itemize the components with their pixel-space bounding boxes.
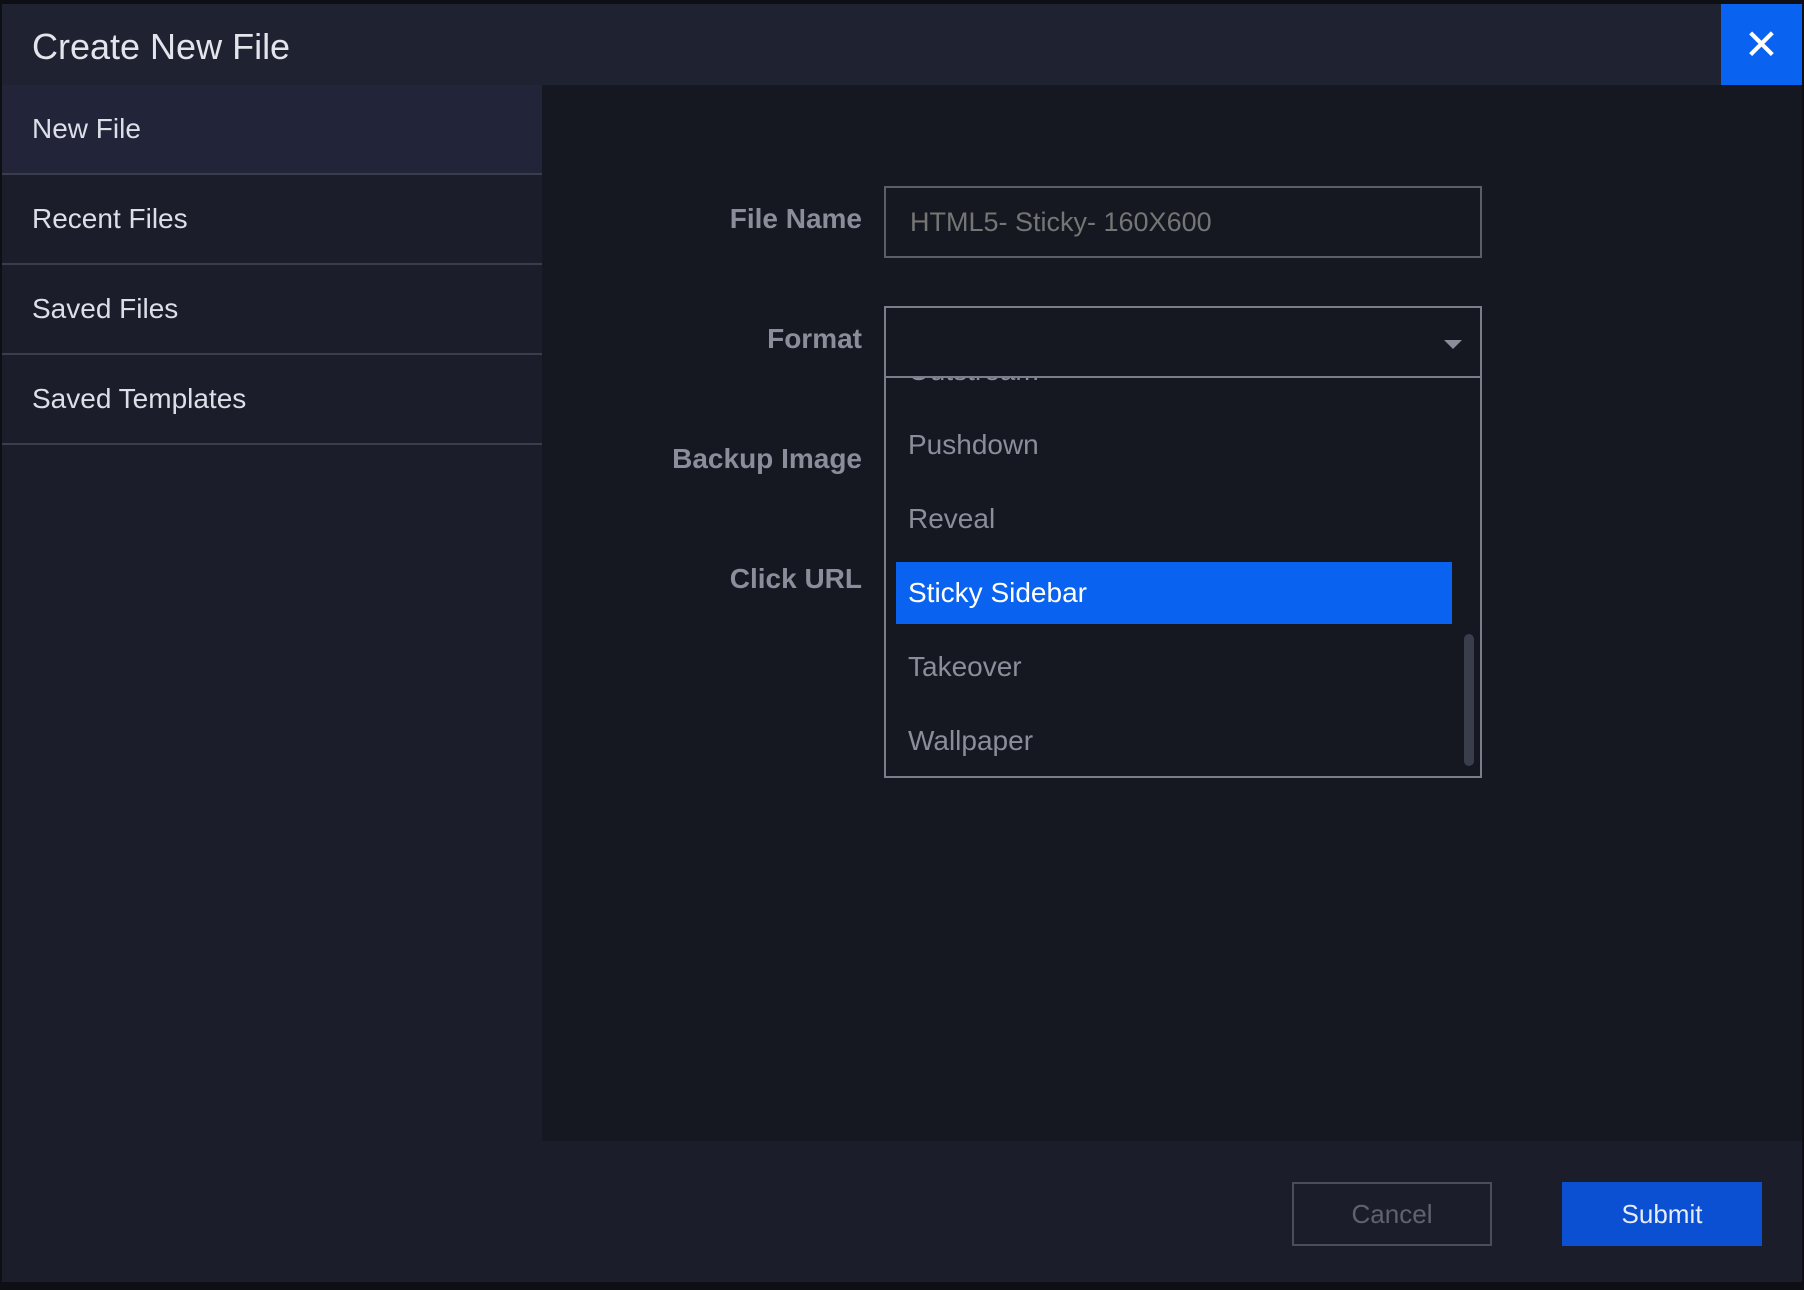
dropdown-option-reveal[interactable]: Reveal (896, 488, 1452, 550)
chevron-down-icon (1444, 340, 1462, 349)
sidebar-item-label: New File (32, 113, 141, 144)
click-url-label: Click URL (729, 563, 862, 594)
close-button[interactable]: ✕ (1721, 4, 1802, 85)
backup-image-label: Backup Image (672, 443, 862, 474)
sidebar-item-label: Saved Files (32, 293, 179, 324)
dialog-title: Create New File (32, 26, 291, 67)
sidebar-item-saved-files[interactable]: Saved Files (2, 265, 542, 355)
dropdown-option-pushdown[interactable]: Pushdown (896, 414, 1452, 476)
form-panel: File Name Format Backup Image Click URL … (542, 85, 1802, 1141)
file-name-input[interactable] (884, 186, 1482, 258)
create-file-dialog: Create New File ✕ New File Recent Files … (2, 4, 1802, 1282)
sidebar-item-recent-files[interactable]: Recent Files (2, 175, 542, 265)
sidebar-item-saved-templates[interactable]: Saved Templates (2, 355, 542, 445)
file-name-label: File Name (729, 203, 862, 234)
format-label: Format (767, 323, 862, 354)
sidebar-item-new-file[interactable]: New File (2, 85, 542, 175)
dropdown-option-takeover[interactable]: Takeover (896, 636, 1452, 698)
submit-button[interactable]: Submit (1562, 1182, 1762, 1246)
sidebar-item-label: Saved Templates (32, 383, 247, 414)
dropdown-scrollbar[interactable] (1464, 634, 1474, 766)
dropdown-option-sticky-sidebar[interactable]: Sticky Sidebar (896, 562, 1452, 624)
dialog-titlebar: Create New File ✕ (2, 4, 1802, 85)
close-icon: ✕ (1743, 21, 1780, 68)
sidebar: New File Recent Files Saved Files Saved … (2, 85, 542, 1141)
sidebar-item-label: Recent Files (32, 203, 188, 234)
format-select[interactable] (884, 306, 1482, 378)
dropdown-options: Outstream Pushdown Reveal Sticky Sidebar… (896, 378, 1452, 776)
cancel-button[interactable]: Cancel (1292, 1182, 1492, 1246)
format-dropdown-list[interactable]: Outstream Pushdown Reveal Sticky Sidebar… (884, 378, 1482, 778)
dialog-footer: Cancel Submit (2, 1141, 1802, 1282)
dropdown-option-wallpaper[interactable]: Wallpaper (896, 710, 1452, 772)
dropdown-option-outstream[interactable]: Outstream (896, 378, 1452, 402)
